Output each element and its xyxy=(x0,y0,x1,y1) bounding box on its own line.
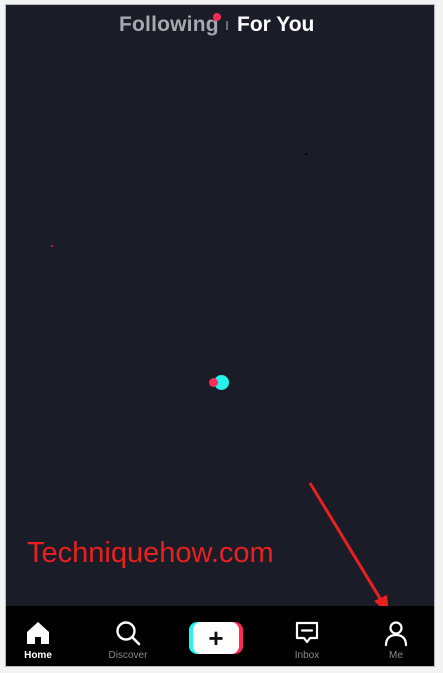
inbox-icon xyxy=(295,621,319,644)
feed-tabs: Following For You xyxy=(6,11,434,41)
loading-spinner xyxy=(209,375,231,391)
noise-dot xyxy=(51,245,53,247)
home-icon xyxy=(27,622,49,644)
nav-discover[interactable]: Discover xyxy=(93,606,163,666)
nav-me[interactable]: Me xyxy=(361,606,431,666)
plus-icon: + xyxy=(208,623,224,653)
arrow-shaft xyxy=(308,482,386,606)
noise-dot xyxy=(305,153,307,155)
live-indicator-dot xyxy=(213,13,221,21)
profile-icon xyxy=(384,621,408,647)
tab-following[interactable]: Following xyxy=(119,13,219,37)
tab-divider xyxy=(226,21,228,30)
nav-discover-label: Discover xyxy=(108,650,148,661)
bottom-navigation-bar: Home Discover + Inbox Me xyxy=(6,606,434,666)
nav-inbox[interactable]: Inbox xyxy=(272,606,342,666)
nav-home-label: Home xyxy=(24,650,52,661)
search-icon xyxy=(116,621,141,646)
loader-red-dot xyxy=(209,378,218,387)
app-screen: Following For You Techniquehow.com Home … xyxy=(5,4,435,667)
watermark-text: Techniquehow.com xyxy=(27,537,274,569)
nav-inbox-label: Inbox xyxy=(294,650,320,661)
nav-me-label: Me xyxy=(389,650,403,661)
nav-home[interactable]: Home xyxy=(6,606,73,666)
create-video-button[interactable]: + xyxy=(189,622,243,654)
tab-for-you[interactable]: For You xyxy=(237,13,314,37)
